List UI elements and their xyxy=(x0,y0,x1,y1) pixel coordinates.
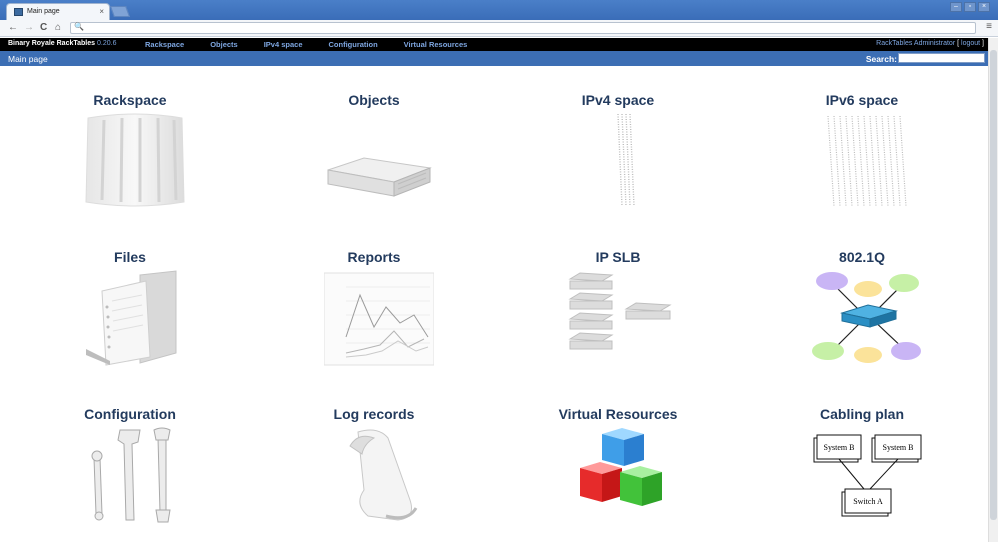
tab-close-icon[interactable]: × xyxy=(99,7,104,16)
maximize-button[interactable]: ▫ xyxy=(964,2,976,12)
tile-files[interactable]: Files xyxy=(8,225,252,382)
user-area: RackTables Administrator [ logout ] xyxy=(876,40,984,47)
minimize-button[interactable]: – xyxy=(950,2,962,12)
tile-title[interactable]: IP SLB xyxy=(496,249,740,265)
nav-virtual-resources[interactable]: Virtual Resources xyxy=(404,40,468,49)
tile-title[interactable]: Rackspace xyxy=(8,92,252,108)
tile-802-1q[interactable]: 802.1Q xyxy=(740,225,984,382)
cubes-icon[interactable] xyxy=(568,424,678,524)
cabling-box-label: System B xyxy=(824,443,855,452)
tile-title[interactable]: Cabling plan xyxy=(740,406,984,422)
nav-ipv4-space[interactable]: IPv4 space xyxy=(264,40,303,49)
tile-reports[interactable]: Reports xyxy=(252,225,496,382)
main-menu-grid: Rackspace Objects IPv4 space IPv6 space … xyxy=(8,68,986,538)
tile-objects[interactable]: Objects xyxy=(252,68,496,225)
bracket-open: [ xyxy=(957,40,960,47)
wrench-icon[interactable] xyxy=(80,424,190,524)
rack-icon[interactable] xyxy=(80,110,190,210)
tile-log-records[interactable]: Log records xyxy=(252,382,496,539)
tile-title[interactable]: Virtual Resources xyxy=(496,406,740,422)
browser-tabstrip: Main page × – ▫ × xyxy=(0,0,998,20)
tile-rackspace[interactable]: Rackspace xyxy=(8,68,252,225)
close-window-button[interactable]: × xyxy=(978,2,990,12)
page-title[interactable]: Main page xyxy=(8,54,48,64)
top-nav: Rackspace Objects IPv4 space Configurati… xyxy=(145,40,467,49)
search-icon: 🔍 xyxy=(74,22,84,31)
user-name[interactable]: RackTables Administrator xyxy=(876,40,955,47)
new-tab-button[interactable] xyxy=(109,6,131,17)
forward-icon[interactable]: → xyxy=(24,22,34,33)
tile-title[interactable]: 802.1Q xyxy=(740,249,984,265)
tile-ipv6-space[interactable]: IPv6 space xyxy=(740,68,984,225)
tile-title[interactable]: Objects xyxy=(252,92,496,108)
tile-title[interactable]: Reports xyxy=(252,249,496,265)
reload-icon[interactable]: C xyxy=(40,22,47,33)
nav-rackspace[interactable]: Rackspace xyxy=(145,40,184,49)
cabling-box-label: Switch A xyxy=(853,497,883,506)
logout-link[interactable]: logout xyxy=(961,40,980,47)
favicon-icon xyxy=(14,8,23,16)
tile-configuration[interactable]: Configuration xyxy=(8,382,252,539)
nav-objects[interactable]: Objects xyxy=(210,40,238,49)
ipv6-icon[interactable] xyxy=(812,110,922,210)
tab-title: Main page xyxy=(27,8,60,15)
tile-title[interactable]: Log records xyxy=(252,406,496,422)
scrollbar[interactable] xyxy=(988,38,998,542)
vlan-icon[interactable] xyxy=(812,267,922,367)
bracket-close: ] xyxy=(982,40,984,47)
cabling-box-label: System B xyxy=(883,443,914,452)
version: 0.20.6 xyxy=(97,40,117,47)
ipv4-icon[interactable] xyxy=(568,110,678,210)
slb-icon[interactable] xyxy=(568,267,678,367)
back-icon[interactable]: ← xyxy=(8,22,18,33)
search-label: Search: xyxy=(865,54,897,64)
app-header: Binary Royale RackTables 0.20.6 Rackspace… xyxy=(0,38,988,51)
home-icon[interactable]: ⌂ xyxy=(55,22,61,33)
report-chart-icon[interactable] xyxy=(324,267,434,367)
tile-ip-slb[interactable]: IP SLB xyxy=(496,225,740,382)
nav-configuration[interactable]: Configuration xyxy=(329,40,378,49)
window-controls: – ▫ × xyxy=(950,2,990,12)
tile-ipv4-space[interactable]: IPv4 space xyxy=(496,68,740,225)
browser-tab[interactable]: Main page × xyxy=(6,3,110,20)
tile-virtual-resources[interactable]: Virtual Resources xyxy=(496,382,740,539)
brand: Binary Royale RackTables 0.20.6 xyxy=(8,40,117,47)
tile-cabling-plan[interactable]: Cabling plan System B System B Switch A xyxy=(740,382,984,539)
server-icon[interactable] xyxy=(324,110,434,210)
brand-name: Binary Royale RackTables xyxy=(8,40,96,47)
tile-title[interactable]: IPv4 space xyxy=(496,92,740,108)
tile-title[interactable]: Configuration xyxy=(8,406,252,422)
cabling-icon[interactable]: System B System B Switch A xyxy=(812,424,922,524)
tile-title[interactable]: Files xyxy=(8,249,252,265)
scroll-icon[interactable] xyxy=(324,424,434,524)
search-input[interactable] xyxy=(898,53,985,63)
browser-toolbar: ← → C ⌂ 🔍 ≡ xyxy=(0,20,998,37)
address-bar[interactable]: 🔍 xyxy=(70,22,976,34)
tile-title[interactable]: IPv6 space xyxy=(740,92,984,108)
scrollbar-thumb[interactable] xyxy=(990,50,997,520)
folder-icon[interactable] xyxy=(80,267,190,367)
path-bar: Main page Search: xyxy=(0,51,988,66)
menu-icon[interactable]: ≡ xyxy=(986,21,992,32)
